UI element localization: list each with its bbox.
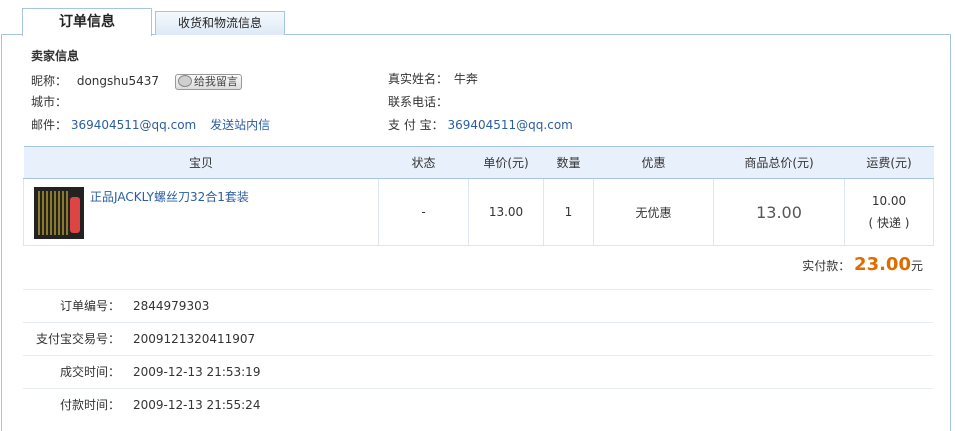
realname-label: 真实姓名： xyxy=(388,72,449,86)
tab-order-info[interactable]: 订单信息 xyxy=(22,8,152,36)
deal-time-row: 成交时间： 2009-12-13 21:53:19 xyxy=(23,355,933,388)
actual-payment-unit: 元 xyxy=(910,259,923,273)
shipping-method: ( 快递 ) xyxy=(868,215,910,230)
deal-time-label: 成交时间： xyxy=(59,365,120,379)
table-header-row: 宝贝 状态 单价(元) 数量 优惠 商品总价(元) 运费(元) xyxy=(23,146,934,179)
quantity-cell: 1 xyxy=(543,178,594,246)
column-header-item: 宝贝 xyxy=(23,146,379,179)
chat-face-icon xyxy=(177,74,192,87)
unit-price-cell: 13.00 xyxy=(468,178,544,246)
alipay-trade-number-value: 2009121320411907 xyxy=(133,332,256,346)
seller-email-row: 邮件： 369404511@qq.com 发送站内信 xyxy=(31,116,270,134)
shipping-fee-value: 10.00 xyxy=(871,193,907,208)
column-header-quantity: 数量 xyxy=(543,146,594,179)
actual-payment: 实付款： 23.00元 xyxy=(802,254,923,275)
payment-time-value: 2009-12-13 21:55:24 xyxy=(133,398,261,412)
deal-time-value: 2009-12-13 21:53:19 xyxy=(133,365,261,379)
shipping-fee-cell: 10.00 ( 快递 ) xyxy=(844,178,934,246)
leave-message-button[interactable]: 给我留言 xyxy=(174,73,242,90)
tab-shipping-info[interactable]: 收货和物流信息 xyxy=(155,11,285,35)
order-items-table: 宝贝 状态 单价(元) 数量 优惠 商品总价(元) 运费(元) 正品JACKLY… xyxy=(23,146,934,246)
status-cell: - xyxy=(378,178,469,246)
email-label: 邮件： xyxy=(31,118,68,132)
payment-time-row: 付款时间： 2009-12-13 21:55:24 xyxy=(23,388,933,421)
order-number-label: 订单编号： xyxy=(59,299,120,313)
payment-time-label: 付款时间： xyxy=(59,398,120,412)
column-header-status: 状态 xyxy=(378,146,469,179)
product-thumbnail[interactable] xyxy=(34,187,84,239)
realname-value: 牛奔 xyxy=(453,72,478,86)
discount-cell: 无优惠 xyxy=(593,178,714,246)
seller-realname-row: 真实姓名： 牛奔 xyxy=(388,70,478,88)
phone-label: 联系电话： xyxy=(388,95,449,109)
send-site-message-link[interactable]: 发送站内信 xyxy=(210,118,270,132)
nickname-value: dongshu5437 xyxy=(76,74,160,88)
seller-info-heading: 卖家信息 xyxy=(31,49,80,63)
seller-phone-row: 联系电话： xyxy=(388,93,448,111)
nickname-label: 昵称： xyxy=(31,74,68,88)
table-row: 正品JACKLY螺丝刀32合1套装 - 13.00 1 无优惠 13.00 10… xyxy=(23,178,934,246)
item-cell: 正品JACKLY螺丝刀32合1套装 xyxy=(23,178,379,246)
leave-message-label: 给我留言 xyxy=(193,74,238,88)
column-header-discount: 优惠 xyxy=(593,146,714,179)
actual-payment-amount: 23.00 xyxy=(854,254,911,275)
order-number-row: 订单编号： 2844979303 xyxy=(23,289,933,322)
alipay-trade-number-label: 支付宝交易号： xyxy=(35,332,120,346)
alipay-trade-number-row: 支付宝交易号： 2009121320411907 xyxy=(23,322,933,355)
alipay-label: 支 付 宝： xyxy=(388,118,444,132)
actual-payment-label: 实付款： xyxy=(802,259,851,273)
column-header-unit-price: 单价(元) xyxy=(468,146,544,179)
email-link[interactable]: 369404511@qq.com xyxy=(71,118,196,132)
order-number-value: 2844979303 xyxy=(133,299,210,313)
city-label: 城市： xyxy=(31,95,68,109)
total-cell: 13.00 xyxy=(713,178,845,246)
column-header-total: 商品总价(元) xyxy=(713,146,845,179)
column-header-shipping-fee: 运费(元) xyxy=(844,146,934,179)
item-total-value: 13.00 xyxy=(756,202,802,222)
alipay-account-link[interactable]: 369404511@qq.com xyxy=(447,118,572,132)
seller-alipay-row: 支 付 宝： 369404511@qq.com xyxy=(388,116,573,134)
seller-nickname-row: 昵称： dongshu5437 给我留言 xyxy=(31,72,242,90)
seller-city-row: 城市： xyxy=(31,93,67,111)
